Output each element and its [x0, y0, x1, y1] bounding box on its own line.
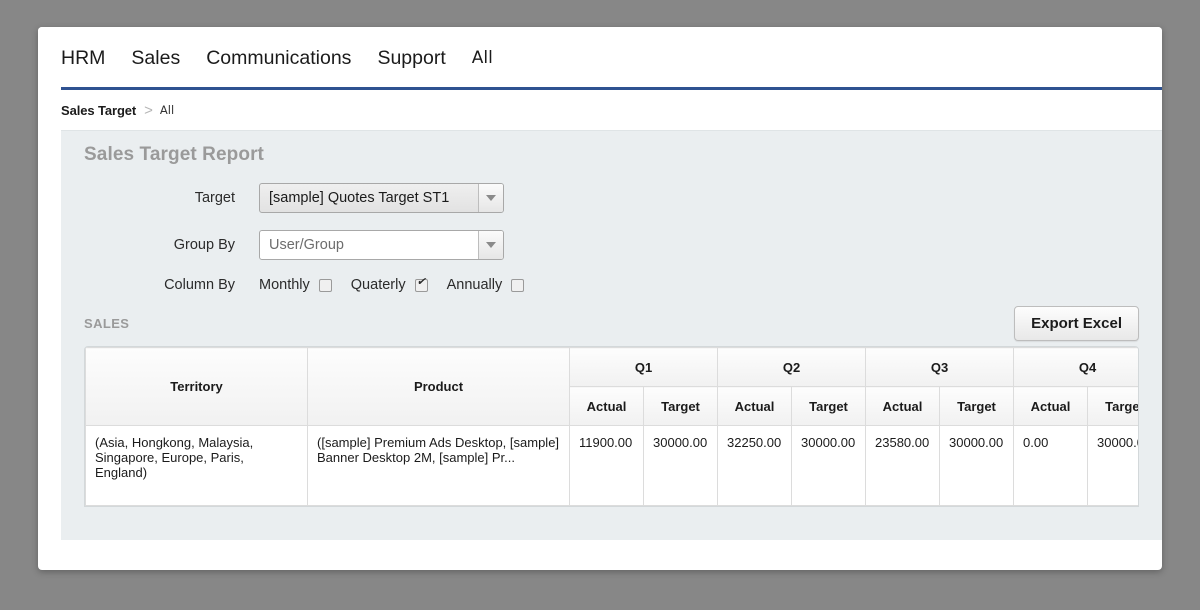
breadcrumb-parent-link[interactable]: Sales Target [61, 103, 136, 118]
column-by-option-quaterly-label: Quaterly [350, 277, 406, 293]
column-by-checkbox-monthly[interactable] [318, 278, 332, 292]
column-header-q4-actual: Actual [1013, 386, 1088, 426]
nav-item-all[interactable]: All [472, 50, 493, 67]
breadcrumb-current: All [159, 103, 175, 117]
cell-q3-actual: 23580.00 [865, 425, 940, 506]
main-navigation: HRM Sales Communications Support All [38, 27, 1162, 90]
column-by-checkbox-annually[interactable] [511, 278, 525, 292]
target-select-value: [sample] Quotes Target ST1 [269, 190, 450, 206]
cell-q2-target: 30000.00 [791, 425, 866, 506]
column-header-q4: Q4 [1013, 347, 1138, 387]
column-by-option-monthly[interactable]: Monthly [259, 277, 332, 293]
target-label: Target [194, 190, 235, 206]
column-by-option-monthly-label: Monthly [259, 277, 310, 293]
column-by-label: Column By [164, 277, 235, 293]
sales-target-table: Territory Product Q1 Q2 Q3 Q4 Actual Tar… [85, 347, 1138, 506]
cell-product: ([sample] Premium Ads Desktop, [sample] … [307, 425, 570, 506]
column-header-product[interactable]: Product [307, 347, 570, 426]
column-header-q1: Q1 [569, 347, 718, 387]
column-by-option-annually[interactable]: Annually [447, 277, 525, 293]
report-panel: Sales Target Report Target [sample] Quot… [61, 130, 1162, 540]
column-by-option-annually-label: Annually [446, 277, 503, 293]
chevron-down-icon[interactable] [478, 184, 503, 212]
filter-form: Target [sample] Quotes Target ST1 Group … [61, 166, 1162, 293]
cell-q1-target: 30000.00 [643, 425, 718, 506]
column-header-q3-actual: Actual [865, 386, 940, 426]
sales-target-table-wrapper: Territory Product Q1 Q2 Q3 Q4 Actual Tar… [84, 346, 1139, 507]
chevron-right-icon: > [144, 101, 153, 119]
column-header-q3-target: Target [939, 386, 1014, 426]
column-header-territory[interactable]: Territory [85, 347, 308, 426]
breadcrumb: Sales Target > All [38, 90, 1162, 130]
table-row[interactable]: (Asia, Hongkong, Malaysia, Singapore, Eu… [85, 425, 1138, 506]
cell-territory: (Asia, Hongkong, Malaysia, Singapore, Eu… [85, 425, 308, 506]
table-header: Territory Product Q1 Q2 Q3 Q4 Actual Tar… [85, 347, 1138, 426]
table-body: (Asia, Hongkong, Malaysia, Singapore, Eu… [85, 425, 1138, 506]
table-header-row-quarters: Territory Product Q1 Q2 Q3 Q4 [85, 347, 1138, 426]
group-by-label: Group By [173, 237, 235, 253]
column-by-option-quaterly[interactable]: Quaterly [351, 277, 428, 293]
cell-q3-target: 30000.00 [939, 425, 1014, 506]
group-by-select[interactable]: User/Group [259, 230, 504, 260]
cell-q4-target: 30000.00 [1087, 425, 1138, 506]
column-header-q1-actual: Actual [569, 386, 644, 426]
cell-q1-actual: 11900.00 [569, 425, 644, 506]
column-header-q3: Q3 [865, 347, 1014, 387]
column-header-q2-target: Target [791, 386, 866, 426]
group-by-select-value: User/Group [269, 237, 344, 253]
column-header-q4-target: Target [1087, 386, 1138, 426]
nav-item-hrm[interactable]: HRM [61, 48, 105, 69]
column-by-row: Column By Monthly Quaterly Annually [61, 277, 1162, 293]
cell-q2-actual: 32250.00 [717, 425, 792, 506]
column-header-q2: Q2 [717, 347, 866, 387]
chevron-down-icon[interactable] [478, 231, 503, 259]
column-header-q2-actual: Actual [717, 386, 792, 426]
target-select[interactable]: [sample] Quotes Target ST1 [259, 183, 504, 213]
nav-item-support[interactable]: Support [377, 48, 445, 69]
cell-q4-actual: 0.00 [1013, 425, 1088, 506]
page-title: Sales Target Report [84, 144, 264, 165]
nav-item-sales[interactable]: Sales [131, 48, 180, 69]
column-header-q1-target: Target [643, 386, 718, 426]
target-row: Target [sample] Quotes Target ST1 [61, 183, 1162, 213]
export-excel-button[interactable]: Export Excel [1014, 306, 1139, 341]
nav-item-communications[interactable]: Communications [206, 48, 351, 69]
application-card: HRM Sales Communications Support All Sal… [38, 27, 1162, 570]
sales-section-bar: SALES Export Excel [84, 306, 1139, 346]
column-by-checkbox-quaterly[interactable] [414, 277, 428, 292]
column-by-options: Monthly Quaterly Annually [259, 277, 543, 293]
group-by-row: Group By User/Group [61, 230, 1162, 260]
sales-section-label: SALES [84, 316, 130, 331]
